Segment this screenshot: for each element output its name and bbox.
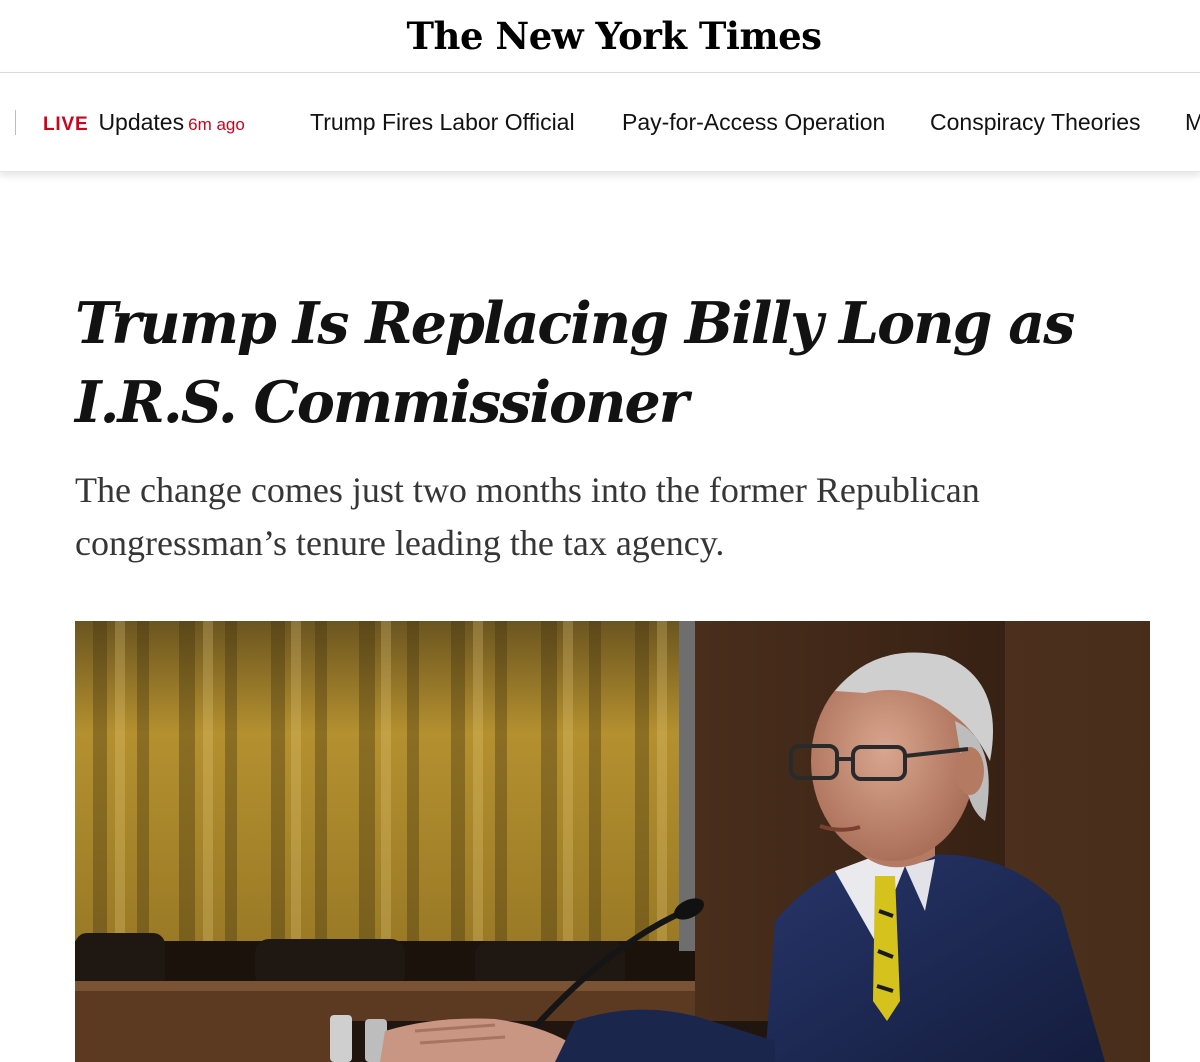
live-updates-label: Updates bbox=[98, 109, 185, 135]
nav-divider bbox=[15, 110, 16, 135]
nav-item-trump-fires-labor-official[interactable]: Trump Fires Labor Official bbox=[310, 109, 575, 136]
masthead: The New York Times bbox=[0, 0, 1200, 73]
hearing-photo-illustration bbox=[75, 621, 1150, 1062]
top-nav-bar: LIVE Updates 6m ago Trump Fires Labor Offi… bbox=[0, 73, 1200, 172]
nyt-logo[interactable]: The New York Times bbox=[407, 14, 822, 58]
article-summary: The change comes just two months into th… bbox=[75, 470, 980, 563]
live-badge: LIVE bbox=[43, 114, 89, 135]
nav-item-live-updates[interactable]: LIVE Updates 6m ago bbox=[43, 109, 245, 136]
nav-item-truncated[interactable]: M bbox=[1185, 109, 1200, 136]
article-lead-photo[interactable] bbox=[75, 621, 1150, 1062]
article-headline[interactable]: Trump Is Replacing Billy Long as I.R.S. … bbox=[75, 284, 1155, 442]
live-timestamp: 6m ago bbox=[188, 115, 245, 134]
nav-item-conspiracy-theories[interactable]: Conspiracy Theories bbox=[930, 109, 1141, 136]
nav-item-pay-for-access-operation[interactable]: Pay-for-Access Operation bbox=[622, 109, 885, 136]
